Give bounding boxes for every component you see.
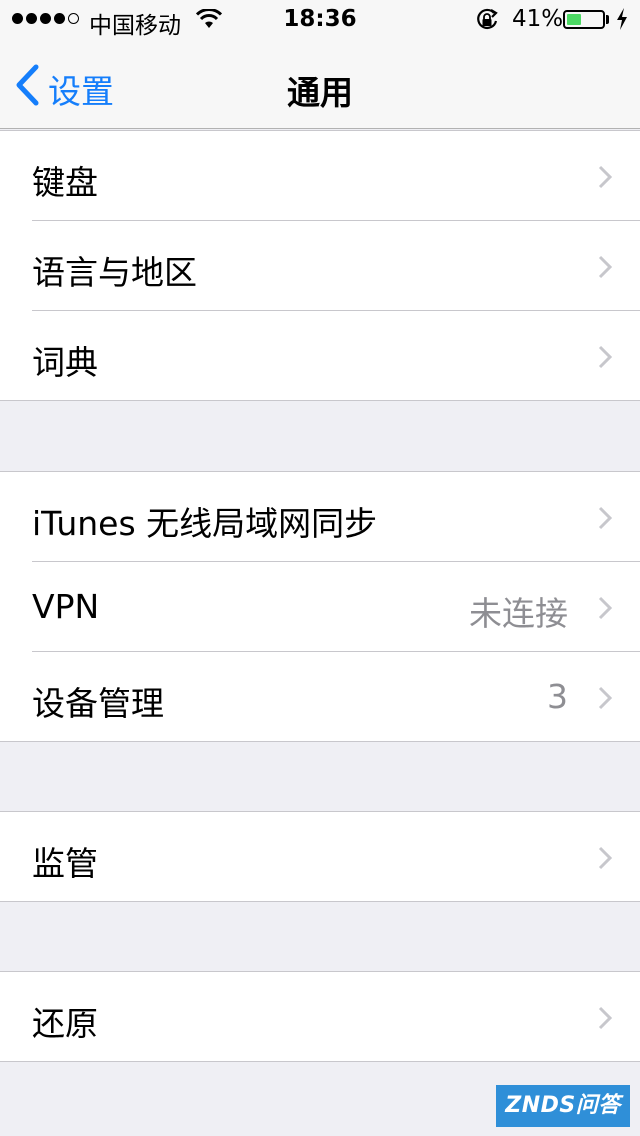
list-item-device-management[interactable]: 设备管理 3 <box>32 652 640 741</box>
list-item-keyboard[interactable]: 键盘 <box>32 131 640 221</box>
status-bar: 中国移动 18:36 41% <box>0 0 640 40</box>
list-item-label: 监管 <box>32 844 98 883</box>
list-item-dictionary[interactable]: 词典 <box>32 311 640 400</box>
list-item-language-region[interactable]: 语言与地区 <box>32 221 640 311</box>
chevron-right-icon <box>598 686 613 714</box>
page-title: 通用 <box>287 73 353 112</box>
list-item-label: 词典 <box>32 343 98 382</box>
list-item-label: iTunes 无线局域网同步 <box>32 504 378 543</box>
settings-group-4: 还原 <box>0 971 640 1062</box>
navigation-bar: 设置 通用 <box>0 40 640 129</box>
battery-percent: 41% <box>512 6 564 32</box>
list-item-supervision[interactable]: 监管 <box>32 812 640 901</box>
chevron-right-icon <box>598 345 613 373</box>
device-count: 3 <box>547 677 568 716</box>
list-item-vpn[interactable]: VPN 未连接 <box>32 562 640 652</box>
list-item-label: 还原 <box>32 1004 98 1043</box>
chevron-right-icon <box>598 506 613 534</box>
chevron-right-icon <box>598 846 613 874</box>
vpn-status: 未连接 <box>469 594 568 633</box>
chevron-right-icon <box>598 255 613 283</box>
rotation-lock-icon <box>474 8 500 38</box>
settings-group-3: 监管 <box>0 811 640 902</box>
list-item-label: VPN <box>32 587 100 626</box>
charging-bolt-icon <box>615 7 629 37</box>
list-item-label: 语言与地区 <box>32 253 197 292</box>
battery-icon <box>563 10 605 29</box>
battery-cap <box>606 15 609 24</box>
chevron-right-icon <box>598 596 613 624</box>
list-item-itunes-wifi-sync[interactable]: iTunes 无线局域网同步 <box>32 472 640 562</box>
watermark-logo: ZNDS问答 <box>496 1085 630 1127</box>
list-item-label: 键盘 <box>32 163 98 202</box>
settings-group-1: 键盘 语言与地区 词典 <box>0 130 640 401</box>
chevron-right-icon <box>598 1006 613 1034</box>
list-item-reset[interactable]: 还原 <box>32 972 640 1061</box>
chevron-right-icon <box>598 165 613 193</box>
list-item-label: 设备管理 <box>32 684 164 723</box>
battery-fill <box>567 14 581 25</box>
settings-group-2: iTunes 无线局域网同步 VPN 未连接 设备管理 3 <box>0 471 640 742</box>
